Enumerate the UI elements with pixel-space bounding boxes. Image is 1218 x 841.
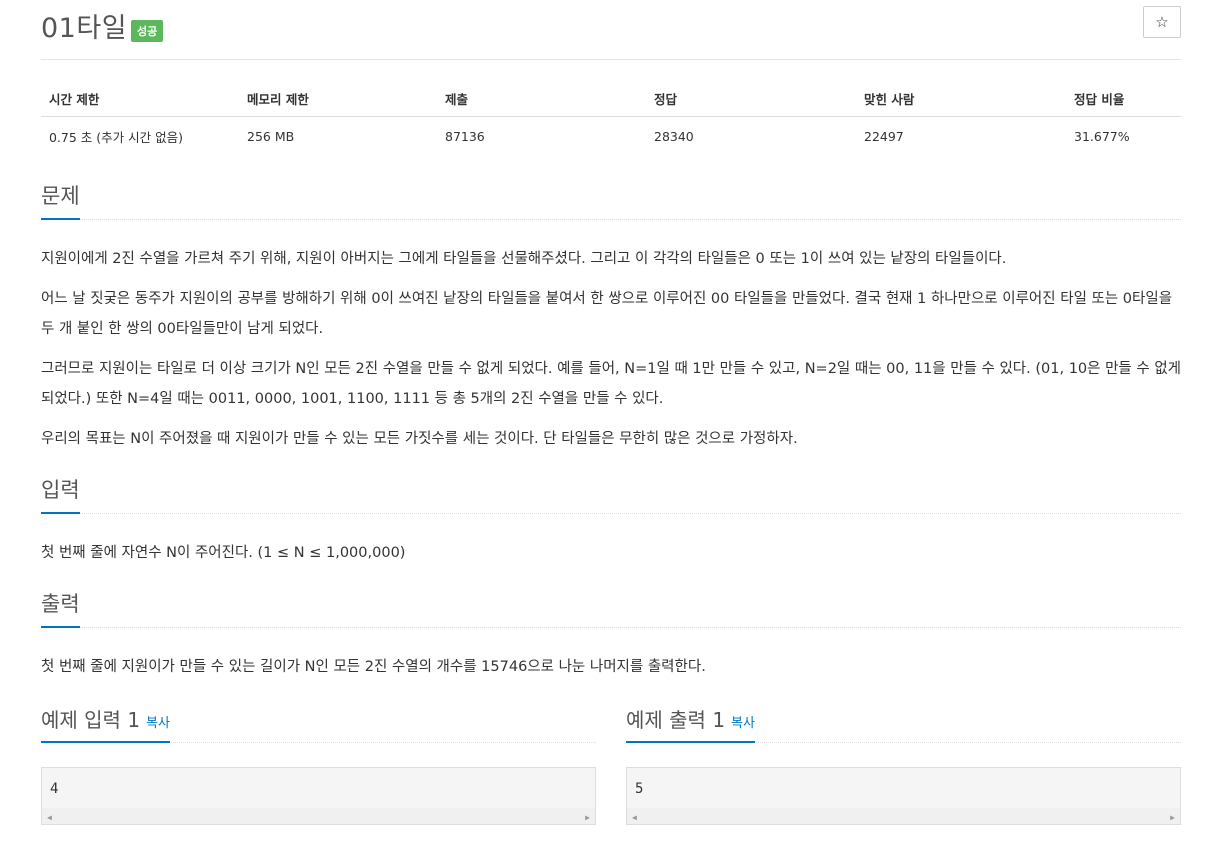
description-header: 문제 (41, 180, 1181, 220)
scroll-left-icon[interactable]: ◀ (47, 813, 52, 822)
cell-ratio: 31.677% (1074, 129, 1130, 144)
table-row: 0.75 초 (추가 시간 없음) 256 MB 87136 28340 224… (41, 117, 1181, 157)
sample-output-value: 5 (635, 781, 644, 797)
star-icon: ☆ (1155, 13, 1169, 31)
horizontal-scrollbar[interactable]: ◀ ▶ (42, 808, 595, 824)
scroll-left-icon[interactable]: ◀ (632, 813, 637, 822)
sample-input-box: 4 ◀ ▶ (41, 767, 596, 825)
favorite-button[interactable]: ☆ (1143, 6, 1181, 38)
page-title: 01타일 (41, 13, 128, 44)
problem-info-table: 시간 제한 메모리 제한 제출 정답 맞힌 사람 정답 비율 0.75 초 (추… (41, 80, 1181, 156)
cell-solved-users: 22497 (864, 129, 904, 144)
description-paragraph: 우리의 목표는 N이 주어졌을 때 지원이가 만들 수 있는 모든 가짓수를 세… (41, 431, 798, 447)
output-text: 첫 번째 줄에 지원이가 만들 수 있는 길이가 N인 모든 2진 수열의 개수… (41, 659, 706, 675)
input-header: 입력 (41, 474, 1181, 514)
scroll-right-icon[interactable]: ▶ (1170, 813, 1175, 822)
header-solved-users: 맞힌 사람 (856, 80, 1066, 117)
scroll-right-icon[interactable]: ▶ (585, 813, 590, 822)
cell-memory-limit: 256 MB (247, 129, 295, 144)
sample-output-title: 예제 출력 1 복사 (626, 704, 755, 743)
horizontal-scrollbar[interactable]: ◀ ▶ (627, 808, 1180, 824)
cell-accepted: 28340 (654, 129, 694, 144)
output-title: 출력 (41, 588, 80, 628)
title-row: 01타일 성공 ☆ (41, 4, 1181, 44)
input-body: 첫 번째 줄에 자연수 N이 주어진다. (1 ≤ N ≤ 1,000,000) (41, 538, 1181, 578)
output-body: 첫 번째 줄에 지원이가 만들 수 있는 길이가 N인 모든 2진 수열의 개수… (41, 652, 1181, 692)
input-text: 첫 번째 줄에 자연수 N이 주어진다. (1 ≤ N ≤ 1,000,000) (41, 545, 406, 561)
header-submissions: 제출 (437, 80, 646, 117)
sample-output-box: 5 ◀ ▶ (626, 767, 1181, 825)
cell-submissions: 87136 (445, 129, 485, 144)
sample-output-header: 예제 출력 1 복사 (626, 704, 1181, 743)
header-time-limit: 시간 제한 (41, 80, 239, 117)
sample-input-value: 4 (50, 781, 59, 797)
table-header-row: 시간 제한 메모리 제한 제출 정답 맞힌 사람 정답 비율 (41, 80, 1181, 117)
description-title: 문제 (41, 180, 80, 220)
header-ratio: 정답 비율 (1066, 80, 1181, 117)
description-body: 지원이에게 2진 수열을 가르쳐 주기 위해, 지원이 아버지는 그에게 타일들… (41, 244, 1181, 464)
divider (41, 59, 1181, 60)
description-paragraph: 지원이에게 2진 수열을 가르쳐 주기 위해, 지원이 아버지는 그에게 타일들… (41, 251, 1007, 267)
header-memory-limit: 메모리 제한 (239, 80, 437, 117)
sample-input-title: 예제 입력 1 복사 (41, 704, 170, 743)
copy-input-button[interactable]: 복사 (146, 716, 170, 731)
cell-time-limit: 0.75 초 (추가 시간 없음) (49, 130, 183, 145)
copy-output-button[interactable]: 복사 (731, 716, 755, 731)
input-title: 입력 (41, 474, 80, 514)
status-badge: 성공 (131, 20, 164, 42)
description-paragraph: 그러므로 지원이는 타일로 더 이상 크기가 N인 모든 2진 수열을 만들 수… (41, 361, 1182, 407)
output-header: 출력 (41, 588, 1181, 628)
header-accepted: 정답 (646, 80, 856, 117)
description-paragraph: 어느 날 짓궂은 동주가 지원이의 공부를 방해하기 위해 0이 쓰여진 낱장의… (41, 291, 1173, 337)
sample-input-header: 예제 입력 1 복사 (41, 704, 596, 743)
